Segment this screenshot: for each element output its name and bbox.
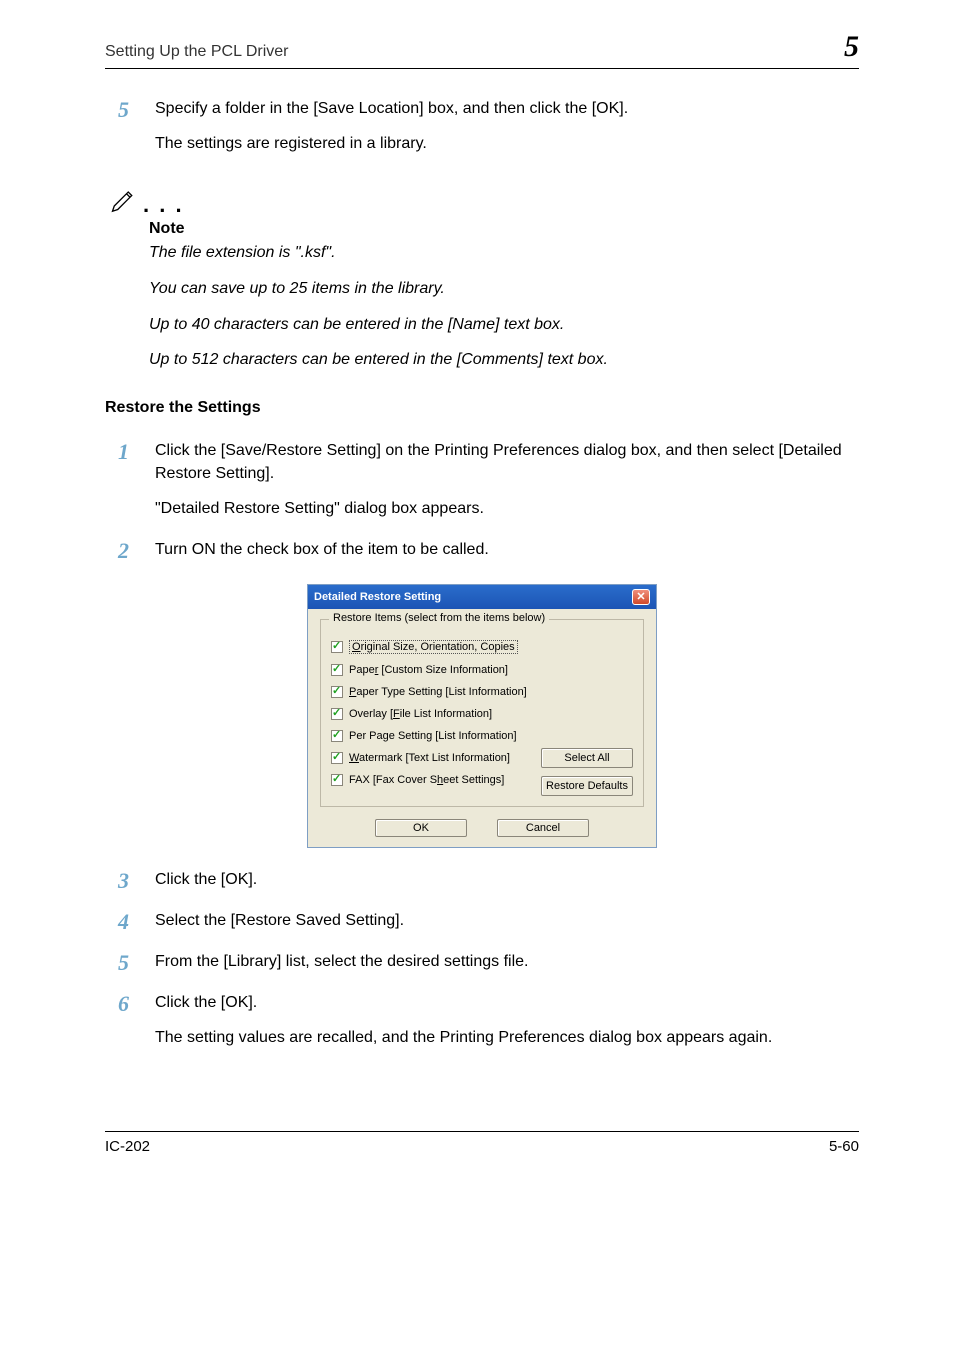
checkbox[interactable] <box>331 664 343 676</box>
restore-items-group: Restore Items (select from the items bel… <box>320 619 644 807</box>
step-text: Select the [Restore Saved Setting]. <box>155 909 859 932</box>
detailed-restore-setting-dialog: Detailed Restore Setting ✕ Restore Items… <box>307 584 657 848</box>
note-label: Note <box>149 220 859 238</box>
step-body: From the [Library] list, select the desi… <box>155 950 859 985</box>
check-row-per-page[interactable]: Per Page Setting [List Information] <box>331 730 633 742</box>
checkbox[interactable] <box>331 686 343 698</box>
checkbox[interactable] <box>331 774 343 786</box>
checkbox[interactable] <box>331 708 343 720</box>
chapter-number: 5 <box>844 30 859 64</box>
note-text: You can save up to 25 items in the libra… <box>149 278 859 300</box>
dialog-bottom-buttons: OK Cancel <box>320 819 644 837</box>
checkbox-label: Per Page Setting [List Information] <box>349 730 517 742</box>
close-button[interactable]: ✕ <box>632 589 650 605</box>
page-footer: IC-202 5-60 <box>105 1131 859 1155</box>
step-body: Specify a folder in the [Save Location] … <box>155 97 859 167</box>
page-header: Setting Up the PCL Driver 5 <box>105 30 859 69</box>
note-text: Up to 40 characters can be entered in th… <box>149 314 859 336</box>
dialog-screenshot: Detailed Restore Setting ✕ Restore Items… <box>105 584 859 848</box>
step-number: 1 <box>105 439 155 465</box>
checkbox[interactable] <box>331 730 343 742</box>
step-item: 2 Turn ON the check box of the item to b… <box>105 538 859 573</box>
check-row-paper-type[interactable]: Paper Type Setting [List Information] <box>331 686 633 698</box>
checkbox-label: Overlay [File List Information] <box>349 708 492 720</box>
dialog-title: Detailed Restore Setting <box>314 591 441 603</box>
check-row-original[interactable]: Original Size, Orientation, Copies <box>331 640 633 654</box>
checkbox[interactable] <box>331 641 343 653</box>
step-text: "Detailed Restore Setting" dialog box ap… <box>155 497 859 520</box>
checkbox-label: Watermark [Text List Information] <box>349 752 510 764</box>
step-item: 3 Click the [OK]. <box>105 868 859 903</box>
step-body: Click the [OK]. The setting values are r… <box>155 991 859 1061</box>
checkbox[interactable] <box>331 752 343 764</box>
ellipsis-icon: . . . <box>143 194 184 216</box>
step-text: Click the [Save/Restore Setting] on the … <box>155 439 859 485</box>
checkbox-label: Original Size, Orientation, Copies <box>349 640 518 654</box>
step-text: The settings are registered in a library… <box>155 132 859 155</box>
check-row-overlay[interactable]: Overlay [File List Information] <box>331 708 633 720</box>
step-item: 6 Click the [OK]. The setting values are… <box>105 991 859 1061</box>
dialog-body: Restore Items (select from the items bel… <box>308 609 656 847</box>
step-body: Click the [Save/Restore Setting] on the … <box>155 439 859 533</box>
step-text: Specify a folder in the [Save Location] … <box>155 97 859 120</box>
section-heading: Restore the Settings <box>105 399 859 417</box>
checkbox-label: Paper [Custom Size Information] <box>349 664 508 676</box>
step-number: 6 <box>105 991 155 1017</box>
check-row-paper[interactable]: Paper [Custom Size Information] <box>331 664 633 676</box>
note-text: The file extension is ".ksf". <box>149 242 859 264</box>
step-number: 5 <box>105 950 155 976</box>
step-number: 4 <box>105 909 155 935</box>
checkbox-label: FAX [Fax Cover Sheet Settings] <box>349 774 504 786</box>
step-body: Turn ON the check box of the item to be … <box>155 538 859 573</box>
step-item: 5 Specify a folder in the [Save Location… <box>105 97 859 167</box>
step-number: 5 <box>105 97 155 123</box>
step-text: Turn ON the check box of the item to be … <box>155 538 859 561</box>
checkbox-label: Paper Type Setting [List Information] <box>349 686 527 698</box>
group-legend: Restore Items (select from the items bel… <box>329 612 549 624</box>
step-item: 1 Click the [Save/Restore Setting] on th… <box>105 439 859 533</box>
side-buttons: Select All Restore Defaults <box>541 748 633 796</box>
step-number: 2 <box>105 538 155 564</box>
step-body: Select the [Restore Saved Setting]. <box>155 909 859 944</box>
step-text: Click the [OK]. <box>155 868 859 891</box>
select-all-button[interactable]: Select All <box>541 748 633 768</box>
step-number: 3 <box>105 868 155 894</box>
step-text: Click the [OK]. <box>155 991 859 1014</box>
step-text: The setting values are recalled, and the… <box>155 1026 859 1049</box>
step-item: 4 Select the [Restore Saved Setting]. <box>105 909 859 944</box>
note-icon-row: . . . <box>109 185 859 218</box>
step-item: 5 From the [Library] list, select the de… <box>105 950 859 985</box>
note-block: . . . Note The file extension is ".ksf".… <box>105 185 859 370</box>
footer-left: IC-202 <box>105 1138 150 1155</box>
restore-defaults-button[interactable]: Restore Defaults <box>541 776 633 796</box>
footer-right: 5-60 <box>829 1138 859 1155</box>
note-text: Up to 512 characters can be entered in t… <box>149 349 859 371</box>
ok-button[interactable]: OK <box>375 819 467 837</box>
close-icon: ✕ <box>636 590 645 603</box>
dialog-titlebar: Detailed Restore Setting ✕ <box>308 585 656 609</box>
step-body: Click the [OK]. <box>155 868 859 903</box>
pencil-icon <box>109 185 137 218</box>
step-text: From the [Library] list, select the desi… <box>155 950 859 973</box>
header-title: Setting Up the PCL Driver <box>105 43 288 61</box>
cancel-button[interactable]: Cancel <box>497 819 589 837</box>
